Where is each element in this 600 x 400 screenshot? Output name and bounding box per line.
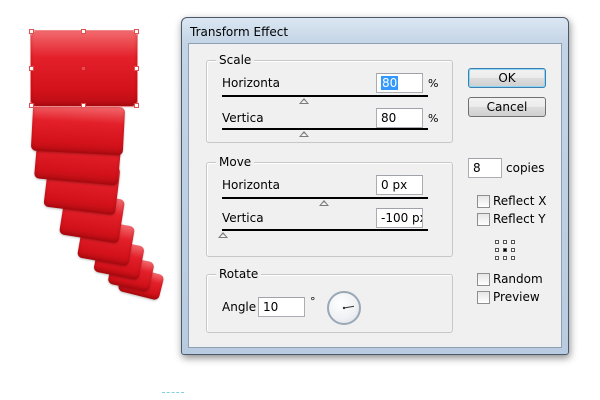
move-vertical-input[interactable]: -100 px [376, 208, 423, 228]
rotate-angle-input[interactable]: 10 [258, 297, 305, 317]
move-vertical-slider-thumb[interactable] [218, 232, 228, 238]
selection-handle[interactable] [29, 103, 34, 108]
move-horizontal-label: Horizonta [222, 178, 280, 192]
rotate-group: Rotate Angle 10 ° [206, 267, 453, 333]
dialog-body: Scale Horizonta 80 % Vertica 80 % Move H… [188, 43, 562, 348]
selection-handle[interactable] [81, 103, 86, 108]
rotate-angle-label: Angle [222, 300, 257, 314]
scale-group: Scale Horizonta 80 % Vertica 80 % [206, 53, 453, 143]
preview-checkbox[interactable]: Preview [477, 291, 547, 305]
copies-input[interactable]: 8 [468, 158, 502, 178]
scale-group-label: Scale [216, 53, 255, 67]
checkbox-icon[interactable] [477, 291, 490, 304]
move-horizontal-slider-thumb[interactable] [319, 200, 329, 206]
scale-vertical-input[interactable]: 80 [376, 108, 423, 128]
scale-vertical-slider-thumb[interactable] [299, 131, 309, 137]
scale-horizontal-label: Horizonta [222, 76, 280, 90]
angle-dial-icon[interactable] [327, 291, 361, 325]
selection-handle[interactable] [81, 29, 86, 34]
selection-handle[interactable] [29, 66, 34, 71]
selection-handle[interactable] [29, 29, 34, 34]
reflect-y-checkbox[interactable]: Reflect Y [477, 213, 547, 227]
reflect-x-checkbox[interactable]: Reflect X [477, 195, 547, 209]
scale-vertical-label: Vertica [222, 111, 264, 125]
copies-label: copies [506, 161, 545, 175]
selection-handle[interactable] [134, 103, 139, 108]
artwork-segment [30, 102, 126, 156]
scale-horizontal-slider-track[interactable] [222, 95, 428, 97]
scale-vertical-unit: % [428, 112, 439, 125]
reference-point-icon[interactable] [495, 240, 515, 260]
move-horizontal-input[interactable]: 0 px [376, 175, 423, 195]
scale-horizontal-slider-thumb[interactable] [299, 98, 309, 104]
move-horizontal-slider-track[interactable] [222, 197, 428, 199]
scale-horizontal-input[interactable]: 80 [376, 73, 423, 93]
selection-handle[interactable] [134, 66, 139, 71]
random-label: Random [493, 272, 543, 286]
checkbox-icon[interactable] [477, 273, 490, 286]
transform-effect-dialog: Transform Effect Scale Horizonta 80 % Ve… [181, 17, 569, 355]
checkbox-icon[interactable] [477, 195, 490, 208]
random-checkbox[interactable]: Random [477, 273, 547, 287]
reflect-y-label: Reflect Y [493, 212, 546, 226]
move-group-label: Move [216, 155, 255, 169]
guide-mark [162, 392, 184, 394]
move-vertical-slider-track[interactable] [222, 229, 428, 231]
scale-vertical-slider-track[interactable] [222, 128, 428, 130]
artwork-horn[interactable] [0, 0, 180, 320]
cancel-button[interactable]: Cancel [468, 97, 546, 117]
rotate-group-label: Rotate [216, 267, 262, 281]
dialog-title[interactable]: Transform Effect [190, 23, 288, 41]
move-group: Move Horizonta 0 px Vertica -100 px [206, 155, 453, 257]
scale-horizontal-unit: % [428, 77, 439, 90]
preview-label: Preview [493, 290, 540, 304]
selection-handle[interactable] [134, 29, 139, 34]
ok-button[interactable]: OK [468, 68, 546, 88]
move-vertical-label: Vertica [222, 211, 264, 225]
checkbox-icon[interactable] [477, 213, 490, 226]
rotate-angle-unit: ° [310, 295, 316, 308]
reflect-x-label: Reflect X [493, 194, 547, 208]
scale-horizontal-value: 80 [381, 76, 399, 90]
selection-center-point [82, 67, 85, 70]
